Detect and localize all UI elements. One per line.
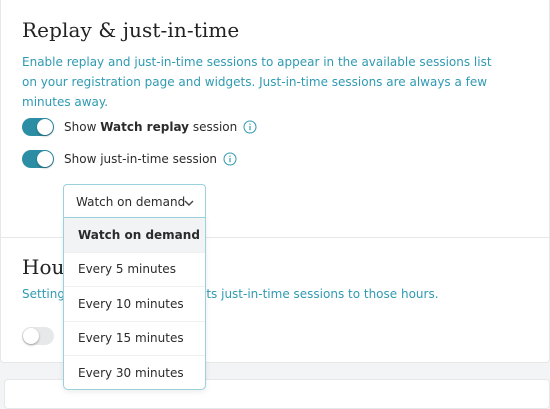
menu-option[interactable]: Every 10 minutes — [64, 287, 205, 322]
watch-replay-row: Show Watch replay session — [22, 117, 257, 137]
section-title: Replay & just-in-time — [22, 18, 240, 42]
watch-replay-toggle[interactable] — [22, 118, 54, 136]
info-circle-icon[interactable] — [243, 120, 257, 134]
menu-option[interactable]: Every 5 minutes — [64, 253, 205, 287]
select-value: Watch on demand — [76, 195, 186, 209]
just-in-time-row: Show just-in-time session — [22, 149, 237, 169]
toggle-knob — [37, 151, 53, 167]
hours-description-end: its just-in-time sessions to those hours… — [203, 287, 439, 301]
menu-option[interactable]: Every 30 minutes — [64, 356, 205, 389]
just-in-time-toggle[interactable] — [22, 150, 54, 168]
menu-option[interactable]: Watch on demand — [64, 218, 205, 253]
menu-option[interactable]: Every 15 minutes — [64, 322, 205, 356]
hours-description-start: Setting — [22, 287, 65, 301]
watch-replay-label: Show Watch replay session — [64, 120, 238, 134]
session-frequency-menu: Watch on demand Every 5 minutes Every 10… — [63, 217, 206, 390]
toggle-knob — [37, 119, 53, 135]
toggle-knob — [23, 328, 39, 344]
session-frequency-select[interactable]: Watch on demand — [63, 184, 206, 220]
hours-toggle[interactable] — [22, 327, 54, 345]
just-in-time-label: Show just-in-time session — [64, 152, 218, 166]
info-circle-icon[interactable] — [223, 152, 237, 166]
chevron-down-icon — [184, 200, 194, 206]
section-description: Enable replay and just-in-time sessions … — [22, 55, 492, 109]
